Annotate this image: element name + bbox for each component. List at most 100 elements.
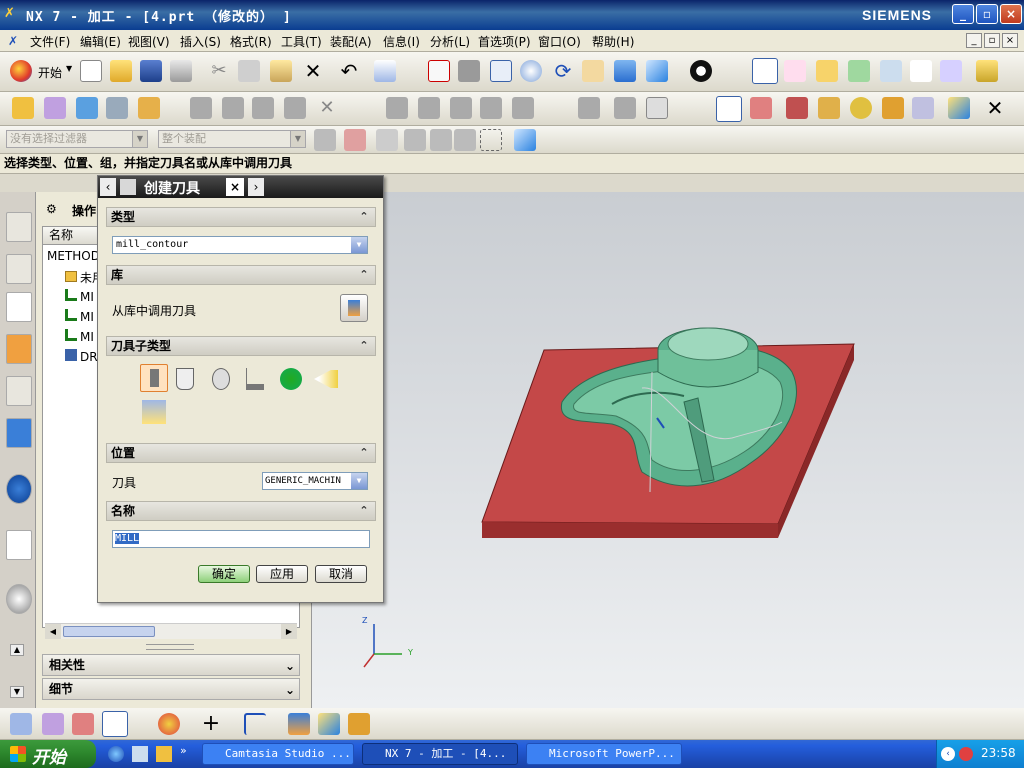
transform-icon[interactable] [10,713,32,735]
user-defined-tool-icon[interactable] [142,400,166,424]
zoom-icon[interactable] [520,60,542,82]
wcs-icon[interactable] [752,58,778,84]
ruler-icon[interactable] [976,60,998,82]
scroll-up-icon[interactable]: ▲ [10,644,24,656]
tool-list-icon[interactable] [750,97,772,119]
fit-view-icon[interactable] [428,60,450,82]
create-method-icon[interactable] [106,97,128,119]
chevron-right-icon[interactable]: › [248,178,264,196]
chamfer-mill-icon[interactable] [176,368,194,390]
mill-subtype-icon[interactable] [140,364,168,392]
menu-format[interactable]: 格式(R) [230,33,272,50]
create-operation-icon[interactable] [138,97,160,119]
list-item[interactable]: MI [65,329,94,344]
roles-icon[interactable] [6,418,32,448]
graphics-window[interactable]: Z Y [312,192,1024,708]
chevron-down-icon[interactable]: ▼ [351,473,367,489]
start-icon[interactable] [10,60,32,82]
create-geometry-icon[interactable] [76,97,98,119]
delete-icon[interactable]: ✕ [302,60,324,82]
t-cutter-icon[interactable] [246,368,264,390]
cancel-icon[interactable]: ✕ [984,97,1006,119]
quicklaunch-icon[interactable] [132,746,148,762]
chevron-up-icon[interactable]: ⌃ [355,209,373,225]
color-palette-icon[interactable] [158,713,180,735]
feature-icon[interactable] [72,713,94,735]
type-select[interactable]: mill_contour ▼ [112,236,368,254]
verify-path-icon[interactable] [480,97,502,119]
snap-icon[interactable] [848,60,870,82]
cut-icon[interactable]: ✂ [208,60,230,82]
scroll-right-icon[interactable]: ▶ [281,624,297,639]
menu-assemblies[interactable]: 装配(A) [330,33,372,50]
desktop-icon[interactable] [156,746,172,762]
operation-navigator-icon[interactable] [6,292,32,322]
curve-rule-icon[interactable] [376,129,398,151]
point-icon[interactable] [880,60,902,82]
menu-tools[interactable]: 工具(T) [281,33,322,50]
scroll-down-icon[interactable]: ▼ [10,686,24,698]
dependencies-panel[interactable]: 相关性 ⌄ [42,654,300,676]
layer-icon[interactable] [940,60,962,82]
menu-window[interactable]: 窗口(O) [538,33,581,50]
details-panel[interactable]: 细节 ⌄ [42,678,300,700]
body-rule-icon[interactable] [430,129,452,151]
start-menu-label[interactable]: 开始 [38,64,62,81]
cancel-button[interactable]: 取消 [315,565,367,583]
output-cls-icon[interactable] [646,97,668,119]
generate-path-icon[interactable] [386,97,408,119]
menu-file[interactable]: 文件(F) [30,33,70,50]
chevron-down-icon[interactable]: ▼ [351,237,367,253]
tray-app-icon[interactable] [959,747,973,761]
menu-view[interactable]: 视图(V) [128,33,170,50]
information-icon[interactable] [6,474,32,504]
tool-table-icon[interactable] [102,711,128,737]
list-item[interactable]: METHOD [47,249,100,263]
scroll-left-icon[interactable]: ◀ [45,624,61,639]
kinematics-icon[interactable] [348,713,370,735]
chevron-up-icon[interactable]: ⌃ [355,267,373,283]
rectangle-select-icon[interactable] [480,129,502,151]
solid-body-icon[interactable] [514,129,536,151]
print-icon[interactable] [170,60,192,82]
minimize-button[interactable]: _ [952,4,974,24]
speed-icon[interactable] [882,97,904,119]
method-icon[interactable] [818,97,840,119]
shop-doc-icon[interactable] [614,97,636,119]
plus-icon[interactable]: + [200,713,222,735]
mdi-minimize-button[interactable]: _ [966,33,982,48]
cube-view-icon[interactable] [646,60,668,82]
start-button[interactable]: 开始 [0,740,96,768]
constraint-navigator-icon[interactable] [6,254,32,284]
assembly-navigator-icon[interactable] [6,212,32,242]
name-input[interactable]: MILL [112,530,370,548]
zoom-window-icon[interactable] [490,60,512,82]
menu-preferences[interactable]: 首选项(P) [478,33,531,50]
thread-mill-icon[interactable] [314,370,338,388]
filter-gear-icon[interactable] [314,129,336,151]
list-item[interactable]: MI [65,309,94,324]
curve-icon[interactable] [244,713,266,735]
rotate-icon[interactable]: ⟳ [552,60,574,82]
method-view-icon[interactable] [284,97,306,119]
chevron-up-icon[interactable]: ⌃ [355,445,373,461]
web-browser-icon[interactable] [6,530,32,560]
retrieve-library-button[interactable] [340,294,368,322]
section-name[interactable]: 名称 ⌃ [106,501,376,521]
section-type[interactable]: 类型 ⌃ [106,207,376,227]
chevron-up-icon[interactable]: ⌃ [355,338,373,354]
render-style-icon[interactable] [690,60,712,82]
tool-select[interactable]: GENERIC_MACHIN ▼ [262,472,368,490]
face-rule-icon[interactable] [404,129,426,151]
remove-icon[interactable]: ✕ [316,97,338,119]
measure-icon[interactable] [816,60,838,82]
restore-button[interactable]: ▫ [976,4,998,24]
new-file-icon[interactable] [80,60,102,82]
list-item[interactable]: MI [65,289,94,304]
select-icon[interactable] [374,60,396,82]
quicklaunch-chevron-icon[interactable]: » [180,744,187,757]
mdi-restore-button[interactable]: ▫ [984,33,1000,48]
menu-insert[interactable]: 插入(S) [180,33,221,50]
assign-icon[interactable] [42,713,64,735]
geometry-view-icon[interactable] [252,97,274,119]
